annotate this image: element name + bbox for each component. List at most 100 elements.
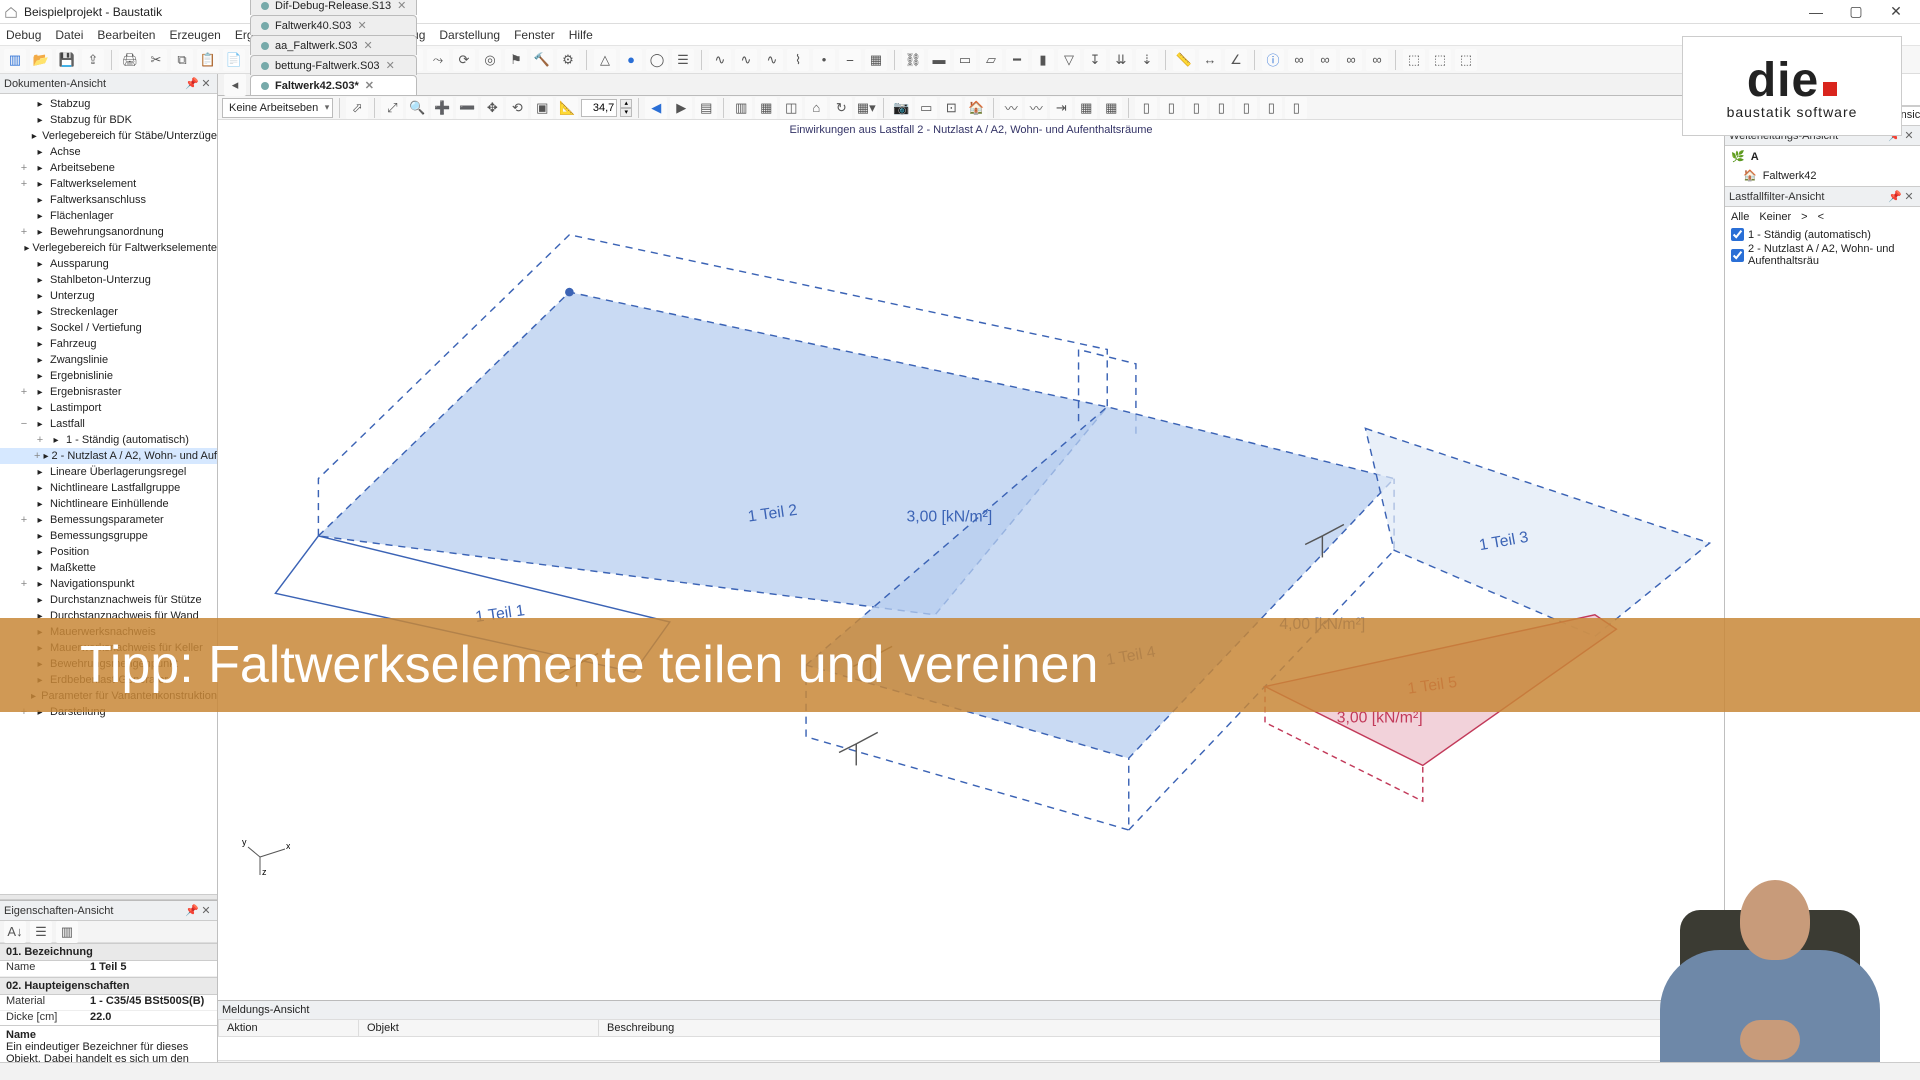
expand-icon[interactable]: + [34,450,40,462]
home-icon[interactable]: ⌂ [805,97,827,119]
fit-icon[interactable]: ▣ [531,97,553,119]
msg-col-objekt[interactable]: Objekt [359,1020,599,1037]
pin-icon[interactable]: 📌 [185,904,199,917]
tree-item[interactable]: +▸2 - Nutzlast A / A2, Wohn- und Auf [0,448,217,464]
node-icon[interactable]: • [813,49,835,71]
tree-item[interactable]: ▸Faltwerksanschluss [0,192,217,208]
tree-item[interactable]: ▸Stahlbeton-Unterzug [0,272,217,288]
pin-icon[interactable]: 📌 [185,77,199,90]
nav-back-icon[interactable]: ◀ [645,97,667,119]
angle-icon[interactable]: ∠ [1225,49,1247,71]
lc-check-1[interactable] [1731,228,1744,241]
expand-icon[interactable]: + [18,162,30,174]
document-tab[interactable]: Dif-Debug-Release.S13✕ [250,0,417,15]
expand-icon[interactable]: + [18,514,30,526]
load-icon[interactable]: ↧ [1084,49,1106,71]
zoom-extents-icon[interactable]: ⤢ [381,97,403,119]
stream3-icon[interactable]: ⇥ [1050,97,1072,119]
snapshot-icon[interactable]: 📷 [890,97,912,119]
msg-col-beschreibung[interactable]: Beschreibung [599,1020,1724,1037]
sort-az-icon[interactable]: A↓ [4,921,26,943]
tree-item[interactable]: ▸Flächenlager [0,208,217,224]
rotate-icon[interactable]: ↻ [830,97,852,119]
panel7-icon[interactable]: ▯ [1285,97,1307,119]
tree-item[interactable]: ▸Lastimport [0,400,217,416]
tree-item[interactable]: ▸Zwangslinie [0,352,217,368]
menu-datei[interactable]: Datei [55,28,83,42]
tab-close-icon[interactable]: ✕ [365,79,374,92]
lc-filter-keiner[interactable]: Keiner [1759,211,1791,223]
layer-toggle-icon[interactable]: ▤ [695,97,717,119]
prop-val-dicke[interactable]: 22.0 [90,1011,217,1025]
stream1-icon[interactable]: 〰 [1000,97,1022,119]
minimize-button[interactable]: — [1796,4,1836,20]
menu-bearbeiten[interactable]: Bearbeiten [97,28,155,42]
triangle-icon[interactable]: △ [594,49,616,71]
zoom-input[interactable] [581,99,617,117]
zoom-down-button[interactable]: ▾ [620,108,632,117]
tab-scroll-left-icon[interactable]: ◂ [224,74,246,96]
view-3d-icon[interactable]: ◫ [780,97,802,119]
close-panel-icon[interactable]: ✕ [1902,190,1916,203]
orbit-icon[interactable]: ⟲ [506,97,528,119]
tree-item[interactable]: ▸Fahrzeug [0,336,217,352]
frame-icon[interactable]: ▭ [915,97,937,119]
refresh-icon[interactable]: ⟳ [453,49,475,71]
tree-item[interactable]: ▸Verlegebereich für Stäbe/Unterzüge [0,128,217,144]
export-icon[interactable]: ⇪ [82,49,104,71]
document-tab[interactable]: aa_Faltwerk.S03✕ [250,35,417,55]
line-load-icon[interactable]: ⇣ [1136,49,1158,71]
beam-icon[interactable]: ━ [1006,49,1028,71]
maximize-button[interactable]: ▢ [1836,3,1876,20]
tree-item[interactable]: +▸Bemessungsparameter [0,512,217,528]
tab-close-icon[interactable]: ✕ [364,39,373,52]
close-panel-icon[interactable]: ✕ [199,77,213,90]
viewport[interactable]: Einwirkungen aus Lastfall 2 - Nutzlast A… [218,120,1724,1000]
sphere-icon[interactable]: ◯ [646,49,668,71]
document-tab[interactable]: Faltwerk42.S03*✕ [250,75,417,95]
tab-close-icon[interactable]: ✕ [386,59,395,72]
menu-erzeugen[interactable]: Erzeugen [169,28,220,42]
step-icon[interactable]: ⤳ [427,49,449,71]
nav-fwd-icon[interactable]: ▶ [670,97,692,119]
tree-item[interactable]: ▸Stabzug [0,96,217,112]
ruler-icon[interactable]: 📏 [1173,49,1195,71]
document-tab[interactable]: bettung-Faltwerk.S03✕ [250,55,417,75]
chain-icon[interactable]: ⛓ [902,49,924,71]
prop-category-1[interactable]: 01. Bezeichnung [0,943,217,961]
tree-item[interactable]: ▸Sockel / Vertiefung [0,320,217,336]
tab-close-icon[interactable]: ✕ [397,0,406,12]
lc-label-1[interactable]: 1 - Ständig (automatisch) [1748,229,1871,241]
layers-icon[interactable]: ☰ [672,49,694,71]
curve2-icon[interactable]: ∿ [735,49,757,71]
document-tab[interactable]: Faltwerk40.S03✕ [250,15,417,35]
menu-debug[interactable]: Debug [6,28,41,42]
hammer-icon[interactable]: 🔨 [531,49,553,71]
menu-fenster[interactable]: Fenster [514,28,555,42]
gear-icon[interactable]: ⚙ [557,49,579,71]
dimension-icon[interactable]: ↔ [1199,49,1221,71]
area-load-icon[interactable]: ⇊ [1110,49,1132,71]
expand-icon[interactable]: + [18,178,30,190]
measure-icon[interactable]: 📐 [556,97,578,119]
expand-icon[interactable]: − [18,418,30,430]
tree-item[interactable]: +▸Ergebnisraster [0,384,217,400]
menu-darstellung[interactable]: Darstellung [439,28,500,42]
close-panel-icon[interactable]: ✕ [1902,129,1916,142]
panel6-icon[interactable]: ▯ [1260,97,1282,119]
save-icon[interactable]: 💾 [56,49,78,71]
doc-icon[interactable]: 📄 [223,49,245,71]
lc-label-2[interactable]: 2 - Nutzlast A / A2, Wohn- und Aufenthal… [1748,243,1914,267]
panel1-icon[interactable]: ▯ [1135,97,1157,119]
pointer-icon[interactable]: ⬀ [346,97,368,119]
wall-icon[interactable]: ▬ [928,49,950,71]
curve1-icon[interactable]: ∿ [709,49,731,71]
tree-item[interactable]: ▸Stabzug für BDK [0,112,217,128]
workplane-combo[interactable]: Keine Arbeitseben [222,98,333,118]
cut-icon[interactable]: ✂ [145,49,167,71]
tree-item[interactable]: ▸Bemessungsgruppe [0,528,217,544]
new-icon[interactable]: ▥ [4,49,26,71]
link2-icon[interactable]: ∞ [1314,49,1336,71]
zoom-out-icon[interactable]: ➖ [456,97,478,119]
tree-item[interactable]: +▸1 - Ständig (automatisch) [0,432,217,448]
